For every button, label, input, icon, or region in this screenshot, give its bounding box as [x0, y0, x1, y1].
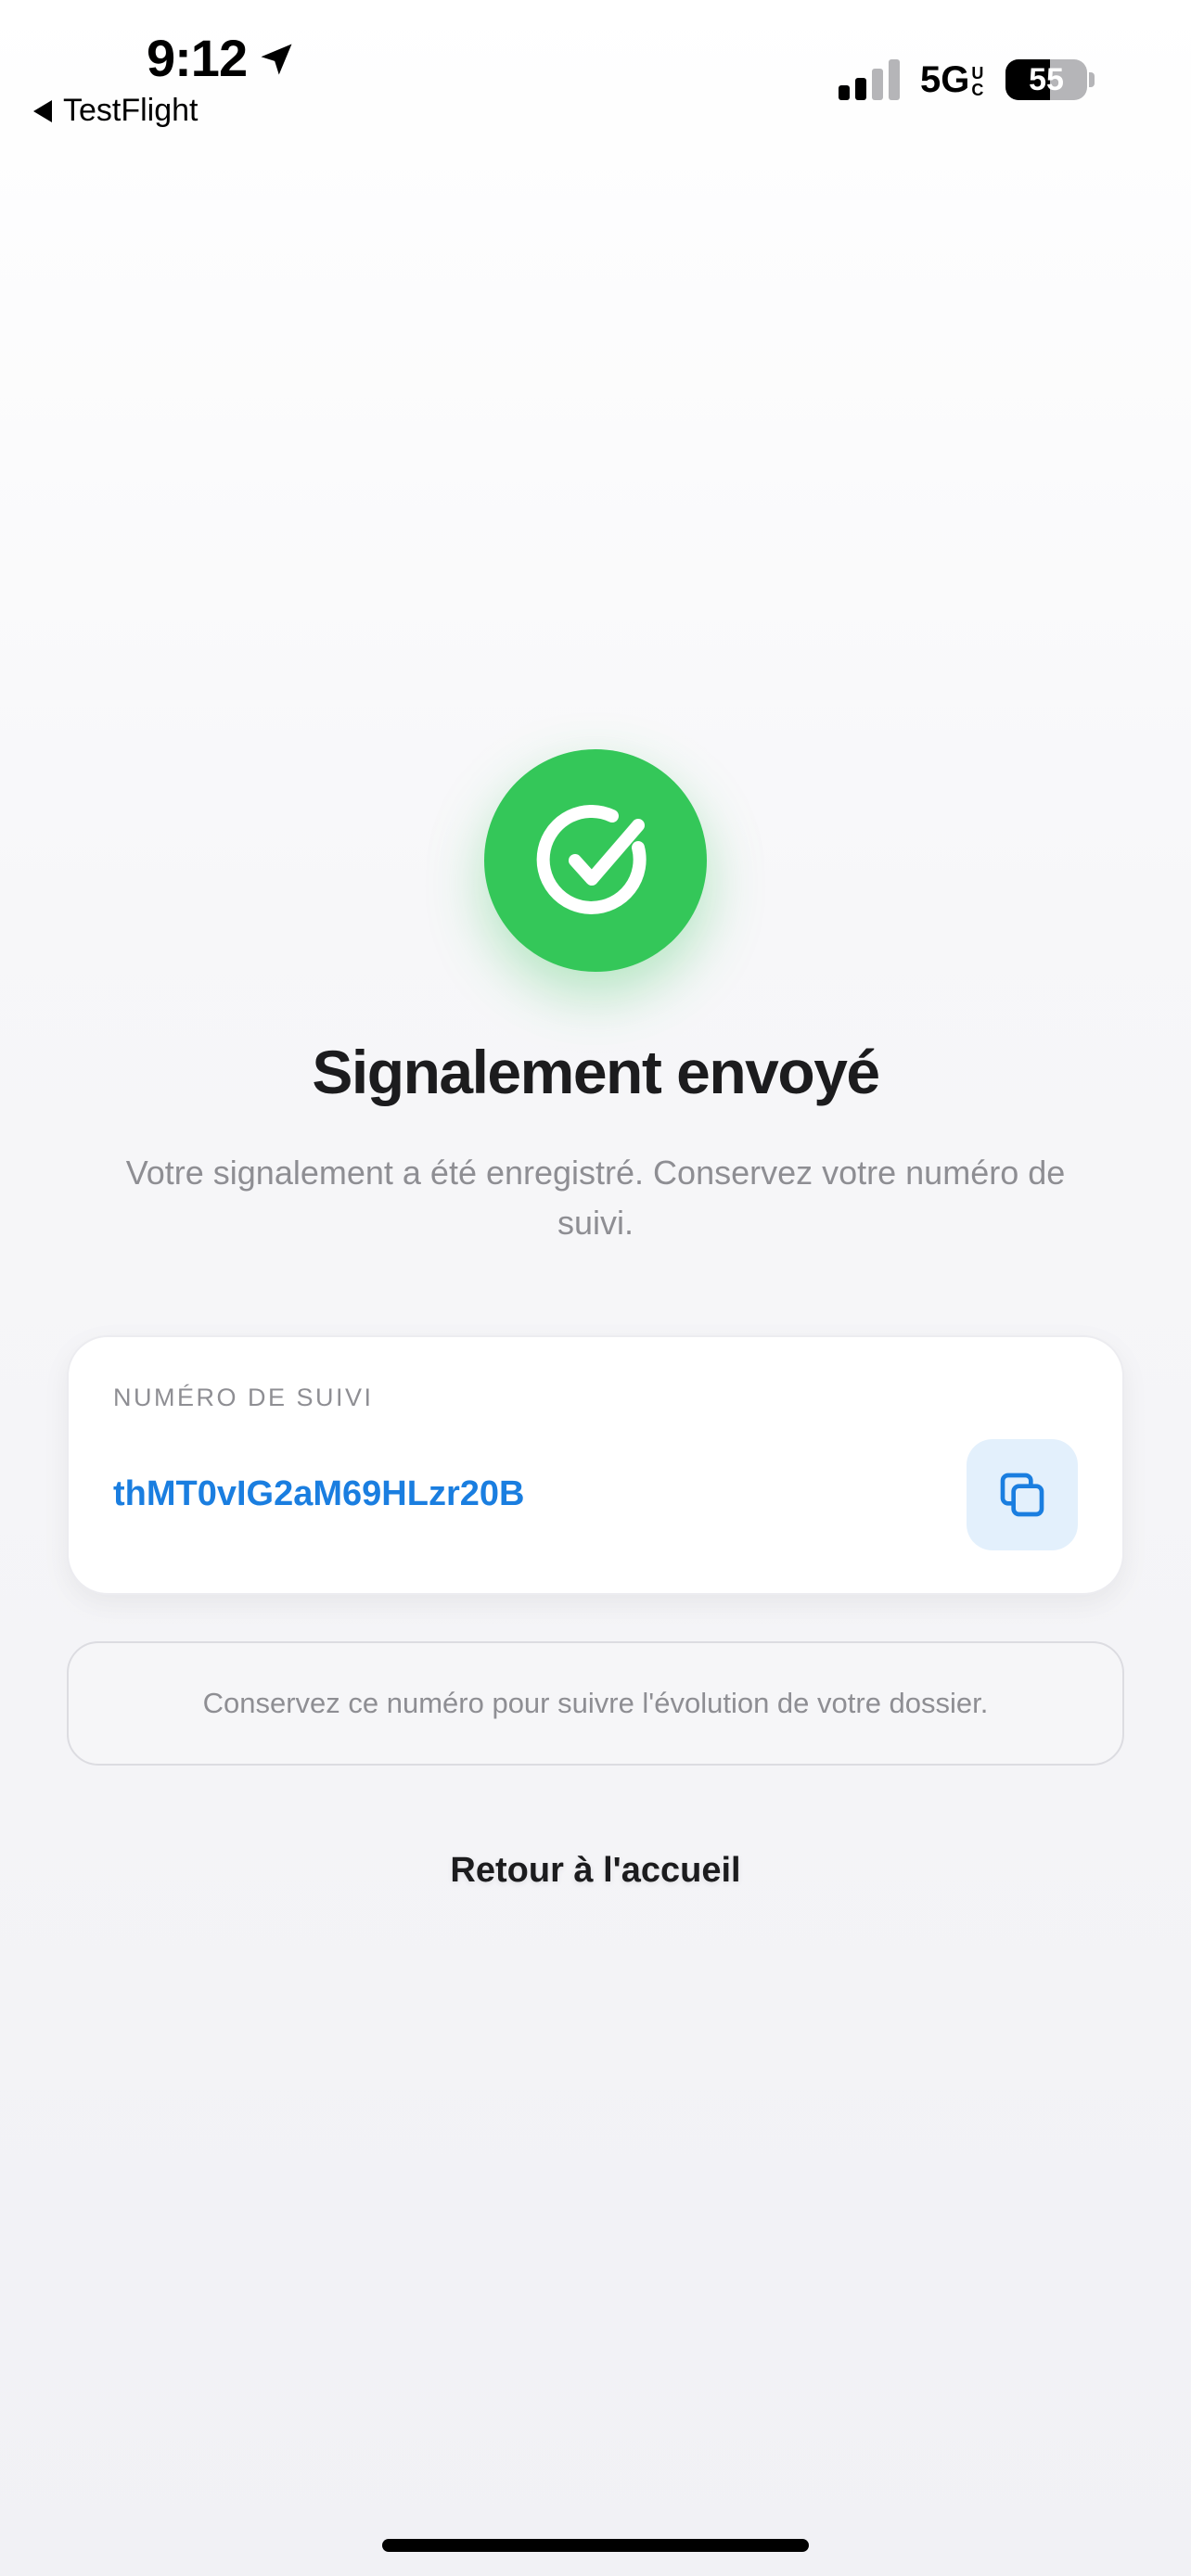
- battery-icon: 55: [1005, 59, 1087, 100]
- back-app-label: TestFlight: [63, 93, 198, 128]
- network-sub-1: U: [971, 64, 984, 83]
- info-text: Conservez ce numéro pour suivre l'évolut…: [202, 1687, 989, 1719]
- copy-icon: [1000, 1473, 1044, 1517]
- location-arrow-icon: [261, 44, 292, 75]
- success-badge: [484, 749, 707, 972]
- battery-percent: 55: [1029, 61, 1064, 97]
- tracking-number: thMT0vIG2aM69HLzr20B: [113, 1474, 525, 1513]
- back-triangle-icon: [33, 99, 52, 122]
- back-home-link[interactable]: Retour à l'accueil: [0, 1851, 1191, 1891]
- info-box: Conservez ce numéro pour suivre l'évolut…: [67, 1641, 1124, 1766]
- check-circle-icon: [536, 804, 647, 914]
- copy-button[interactable]: [967, 1439, 1078, 1550]
- back-to-app-button[interactable]: TestFlight: [33, 93, 198, 129]
- status-time: 9:12: [147, 29, 248, 87]
- battery-nub: [1089, 72, 1095, 87]
- page-subtitle: Votre signalement a été enregistré. Cons…: [125, 1154, 1066, 1242]
- network-sub-2: C: [971, 81, 984, 99]
- tracking-card: NUMÉRO DE SUIVI thMT0vIG2aM69HLzr20B: [67, 1335, 1124, 1595]
- tracking-label: NUMÉRO DE SUIVI: [113, 1384, 374, 1411]
- cellular-signal-icon: [839, 59, 900, 100]
- network-label: 5G: [920, 59, 970, 100]
- home-indicator[interactable]: [382, 2539, 809, 2552]
- network-sub-label: U C: [971, 65, 983, 98]
- page-title: Signalement envoyé: [312, 1038, 880, 1106]
- network-type: 5G U C: [920, 59, 983, 101]
